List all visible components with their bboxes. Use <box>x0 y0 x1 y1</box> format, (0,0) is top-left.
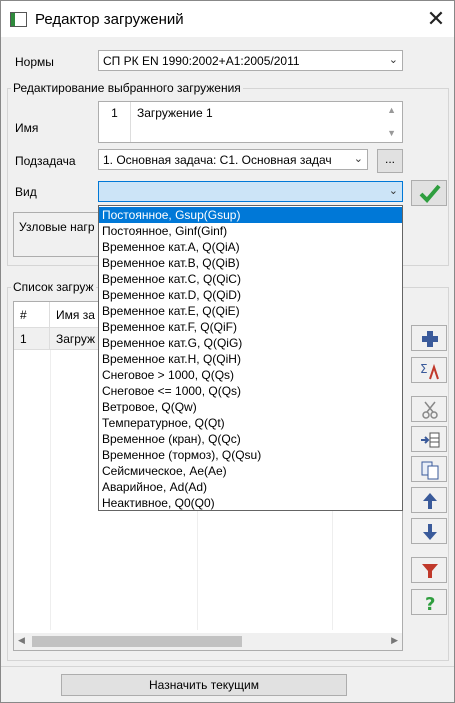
kind-dropdown-list: Постоянное, Gsup(Gsup) Постоянное, Ginf(G… <box>98 205 403 511</box>
add-load-button[interactable] <box>411 325 447 351</box>
dropdown-option[interactable]: Временное кат.С, Q(QiC) <box>99 271 402 287</box>
subtask-more-button[interactable]: ... <box>377 149 403 173</box>
svg-text:?: ? <box>425 594 435 613</box>
horizontal-scrollbar[interactable]: ◀ ▶ <box>14 633 402 650</box>
dropdown-option[interactable]: Постоянное, Gsup(Gsup) <box>99 207 402 223</box>
filter-button[interactable] <box>411 557 447 583</box>
column-header-num[interactable]: # <box>14 302 50 328</box>
norms-select[interactable]: СП РК EN 1990:2002+A1:2005/2011 ⌄ <box>98 50 403 71</box>
dropdown-option[interactable]: Снеговое <= 1000, Q(Qs) <box>99 383 402 399</box>
insert-row-icon <box>421 432 440 448</box>
norms-value: СП РК EN 1990:2002+A1:2005/2011 <box>103 54 300 68</box>
window-title: Редактор загружений <box>35 11 184 28</box>
insert-button[interactable] <box>411 426 447 452</box>
scissors-icon <box>422 401 438 419</box>
assign-current-button[interactable]: Назначить текущим <box>61 674 347 696</box>
nodal-label: Узловые нагр <box>19 220 95 234</box>
dropdown-option[interactable]: Сейсмическое, Ae(Ae) <box>99 463 402 479</box>
scroll-down-icon[interactable]: ▼ <box>387 128 396 138</box>
dropdown-option[interactable]: Температурное, Q(Qt) <box>99 415 402 431</box>
chevron-down-icon: ⌄ <box>353 153 363 165</box>
subtask-value: 1. Основная задача: С1. Основная задач <box>103 153 332 167</box>
name-value: Загружение 1 <box>137 106 213 120</box>
close-icon[interactable]: ✕ <box>421 4 451 34</box>
dropdown-option[interactable]: Временное (кран), Q(Qc) <box>99 431 402 447</box>
chevron-down-icon: ⌄ <box>388 54 398 66</box>
help-button[interactable]: ? <box>411 589 447 615</box>
dropdown-option[interactable]: Снеговое > 1000, Q(Qs) <box>99 367 402 383</box>
list-group-title: Список загруж <box>11 280 96 294</box>
dropdown-option[interactable]: Временное кат.F, Q(QiF) <box>99 319 402 335</box>
sum-icon: Σ <box>420 362 439 380</box>
dropdown-option[interactable]: Ветровое, Q(Qw) <box>99 399 402 415</box>
kind-select[interactable]: ⌄ <box>98 181 403 202</box>
dropdown-option[interactable]: Временное кат.D, Q(QiD) <box>99 287 402 303</box>
title-bar: Редактор загружений ✕ <box>1 1 454 37</box>
cut-button[interactable] <box>411 396 447 422</box>
scroll-up-icon[interactable]: ▲ <box>387 105 396 115</box>
subtask-label: Подзадача <box>15 154 76 168</box>
checkmark-icon <box>419 184 441 203</box>
dropdown-option[interactable]: Временное (тормоз), Q(Qsu) <box>99 447 402 463</box>
apply-button[interactable] <box>411 180 447 206</box>
kind-label: Вид <box>15 185 37 199</box>
copy-icon <box>421 461 439 480</box>
name-field[interactable]: 1 Загружение 1 ▲ ▼ <box>98 101 403 143</box>
name-label: Имя <box>15 121 39 135</box>
dialog-window: Редактор загружений ✕ Нормы СП РК EN 199… <box>0 0 455 703</box>
arrow-up-icon <box>423 493 437 509</box>
divider <box>1 666 454 667</box>
dropdown-option[interactable]: Аварийное, Ad(Ad) <box>99 479 402 495</box>
arrow-down-icon <box>423 524 437 540</box>
move-down-button[interactable] <box>411 518 447 544</box>
plus-icon <box>422 331 438 347</box>
scroll-right-icon[interactable]: ▶ <box>391 635 398 646</box>
norms-label: Нормы <box>15 55 54 69</box>
dropdown-option[interactable]: Временное кат.G, Q(QiG) <box>99 335 402 351</box>
dropdown-option[interactable]: Временное кат.Е, Q(QiE) <box>99 303 402 319</box>
edit-group-title: Редактирование выбранного загружения <box>11 81 243 95</box>
chevron-down-icon: ⌄ <box>388 185 398 197</box>
copy-button[interactable] <box>411 456 447 482</box>
row-number[interactable]: 1 <box>14 328 50 350</box>
scroll-left-icon[interactable]: ◀ <box>18 635 25 646</box>
svg-text:Σ: Σ <box>420 362 428 376</box>
dropdown-option[interactable]: Временное кат.Н, Q(QiH) <box>99 351 402 367</box>
divider <box>50 350 51 630</box>
sum-load-button[interactable]: Σ <box>411 357 447 383</box>
name-number: 1 <box>99 102 131 142</box>
dropdown-option[interactable]: Постоянное, Ginf(Ginf) <box>99 223 402 239</box>
filter-icon <box>422 564 438 578</box>
dropdown-option[interactable]: Неактивное, Q0(Q0) <box>99 495 402 511</box>
dropdown-option[interactable]: Временное кат.В, Q(QiB) <box>99 255 402 271</box>
dropdown-option[interactable]: Временное кат.А, Q(QiA) <box>99 239 402 255</box>
help-icon: ? <box>425 594 435 613</box>
scrollbar-thumb[interactable] <box>32 636 242 647</box>
move-up-button[interactable] <box>411 487 447 513</box>
subtask-select[interactable]: 1. Основная задача: С1. Основная задач ⌄ <box>98 149 368 170</box>
app-icon <box>10 12 27 27</box>
